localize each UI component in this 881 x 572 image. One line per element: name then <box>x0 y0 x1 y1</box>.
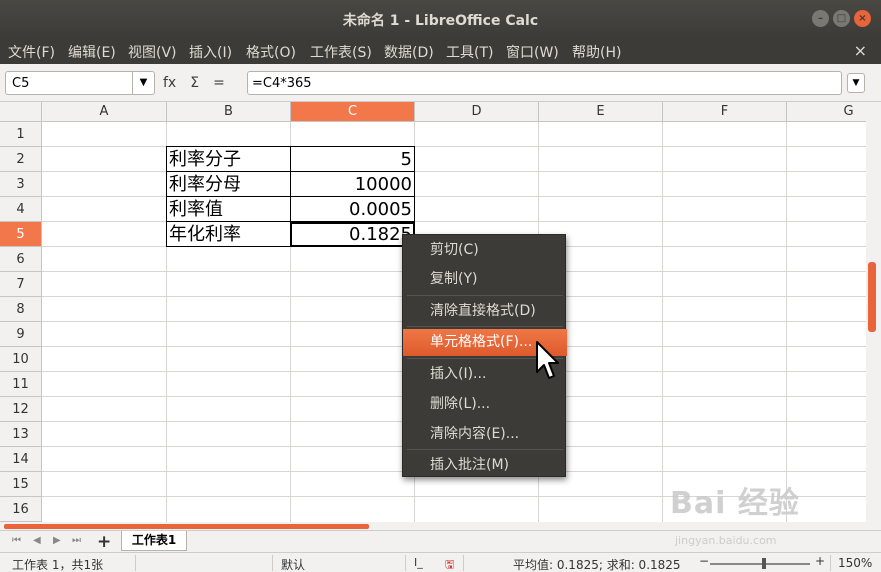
selection-summary: 平均值: 0.1825; 求和: 0.1825 <box>513 558 681 572</box>
status-separator <box>135 555 136 571</box>
menu-sheet[interactable]: 工作表(S) <box>310 42 372 62</box>
sheet-info: 工作表 1，共1张 <box>12 558 104 572</box>
row-header-11[interactable]: 11 <box>0 372 42 397</box>
insert-mode-icon[interactable]: I_ <box>414 556 423 569</box>
zoom-slider[interactable] <box>710 563 810 565</box>
menu-window[interactable]: 窗口(W) <box>506 42 559 62</box>
menu-separator <box>407 326 563 327</box>
menu-tools[interactable]: 工具(T) <box>446 42 493 62</box>
select-all-corner[interactable] <box>0 102 42 122</box>
row-header-4[interactable]: 4 <box>0 197 42 222</box>
chevron-down-icon[interactable]: ▼ <box>132 72 154 94</box>
prev-sheet-icon[interactable]: ◀ <box>33 535 41 546</box>
mouse-pointer-icon <box>536 341 559 379</box>
add-sheet-icon[interactable]: + <box>97 532 111 552</box>
column-header-c[interactable]: C <box>291 102 415 122</box>
row-header-1[interactable]: 1 <box>0 122 42 147</box>
menu-item-clear-contents[interactable]: 清除内容(E)... <box>403 421 567 448</box>
menu-help[interactable]: 帮助(H) <box>572 42 621 62</box>
menu-item-insert-comment[interactable]: 插入批注(M) <box>403 452 567 479</box>
column-header-d[interactable]: D <box>415 102 539 122</box>
save-status-icon[interactable]: 🖫 <box>445 556 454 572</box>
zoom-level[interactable]: 150% <box>838 556 872 570</box>
sheet-tab-1[interactable]: 工作表1 <box>121 531 187 551</box>
formula-bar: C5 ▼ fx Σ = =C4*365 ▼ <box>0 64 881 102</box>
next-sheet-icon[interactable]: ▶ <box>53 535 61 546</box>
menu-item-clear-direct-formatting[interactable]: 清除直接格式(D) <box>403 298 567 325</box>
name-box[interactable]: C5 ▼ <box>5 71 155 95</box>
horizontal-scroll-thumb[interactable] <box>4 524 369 529</box>
menu-data[interactable]: 数据(D) <box>384 42 434 62</box>
row-header-5[interactable]: 5 <box>0 222 42 247</box>
row-header-10[interactable]: 10 <box>0 347 42 372</box>
menu-separator <box>407 295 563 296</box>
cell-c3[interactable]: 10000 <box>291 172 414 197</box>
grid-line <box>786 122 787 522</box>
cell-b3[interactable]: 利率分母 <box>167 172 290 197</box>
vertical-scrollbar[interactable] <box>866 102 881 522</box>
close-document-icon[interactable]: × <box>854 41 867 60</box>
zoom-out-icon[interactable]: − <box>699 554 709 568</box>
row-header-9[interactable]: 9 <box>0 322 42 347</box>
menu-insert[interactable]: 插入(I) <box>189 42 232 62</box>
sum-icon[interactable]: Σ <box>190 75 199 91</box>
page-style[interactable]: 默认 <box>281 556 305 572</box>
row-header-8[interactable]: 8 <box>0 297 42 322</box>
name-box-value: C5 <box>12 76 30 91</box>
zoom-in-icon[interactable]: + <box>815 554 825 568</box>
horizontal-scrollbar[interactable] <box>0 522 881 530</box>
menu-item-cut[interactable]: 剪切(C) <box>403 237 567 264</box>
row-header-13[interactable]: 13 <box>0 422 42 447</box>
row-header-15[interactable]: 15 <box>0 472 42 497</box>
expand-formula-icon[interactable]: ▼ <box>847 73 865 93</box>
menu-file[interactable]: 文件(F) <box>8 42 55 62</box>
formula-icon[interactable]: = <box>213 75 225 91</box>
window-title: 未命名 1 - LibreOffice Calc <box>342 13 539 29</box>
menu-item-copy[interactable]: 复制(Y) <box>403 266 567 293</box>
menu-format[interactable]: 格式(O) <box>246 42 296 62</box>
function-wizard-icon[interactable]: fx <box>163 75 176 91</box>
formula-input[interactable]: =C4*365 <box>247 71 842 95</box>
last-sheet-icon[interactable]: ⏭ <box>72 535 81 546</box>
column-header-f[interactable]: F <box>663 102 787 122</box>
row-header-3[interactable]: 3 <box>0 172 42 197</box>
status-separator <box>272 555 273 571</box>
status-separator <box>830 555 831 571</box>
maximize-button[interactable]: □ <box>833 10 850 27</box>
status-bar: 工作表 1，共1张 默认 I_ 🖫 平均值: 0.1825; 求和: 0.182… <box>0 552 881 572</box>
row-header-6[interactable]: 6 <box>0 247 42 272</box>
row-header-2[interactable]: 2 <box>0 147 42 172</box>
column-header-e[interactable]: E <box>539 102 663 122</box>
cell-c2[interactable]: 5 <box>291 147 414 172</box>
cell-b2[interactable]: 利率分子 <box>167 147 290 172</box>
active-cell-cursor <box>290 222 415 247</box>
menu-edit[interactable]: 编辑(E) <box>68 42 116 62</box>
cell-b5[interactable]: 年化利率 <box>167 222 290 247</box>
menu-item-delete[interactable]: 删除(L)... <box>403 391 567 418</box>
first-sheet-icon[interactable]: ⏮ <box>12 535 21 546</box>
column-header-g[interactable]: G <box>787 102 866 122</box>
row-header-14[interactable]: 14 <box>0 447 42 472</box>
column-header-b[interactable]: B <box>167 102 291 122</box>
menu-view[interactable]: 视图(V) <box>128 42 177 62</box>
menu-bar: 文件(F) 编辑(E) 视图(V) 插入(I) 格式(O) 工作表(S) 数据(… <box>0 38 881 64</box>
column-header-a[interactable]: A <box>42 102 167 122</box>
status-separator <box>405 555 406 571</box>
row-header-12[interactable]: 12 <box>0 397 42 422</box>
formula-text: =C4*365 <box>252 76 312 91</box>
grid-line <box>662 122 663 522</box>
title-bar: 未命名 1 - LibreOffice Calc – □ × <box>0 0 881 38</box>
status-separator <box>463 555 464 571</box>
vertical-scroll-thumb[interactable] <box>868 262 876 332</box>
close-window-button[interactable]: × <box>854 10 871 27</box>
menu-separator <box>407 449 563 450</box>
zoom-slider-handle[interactable] <box>762 558 766 569</box>
minimize-button[interactable]: – <box>812 10 829 27</box>
cell-c4[interactable]: 0.0005 <box>291 197 414 222</box>
baidu-watermark-logo: Bai 经验 <box>670 486 800 521</box>
cell-b4[interactable]: 利率值 <box>167 197 290 222</box>
row-header-16[interactable]: 16 <box>0 497 42 522</box>
baidu-watermark-url: jingyan.baidu.com <box>675 534 777 547</box>
row-header-7[interactable]: 7 <box>0 272 42 297</box>
